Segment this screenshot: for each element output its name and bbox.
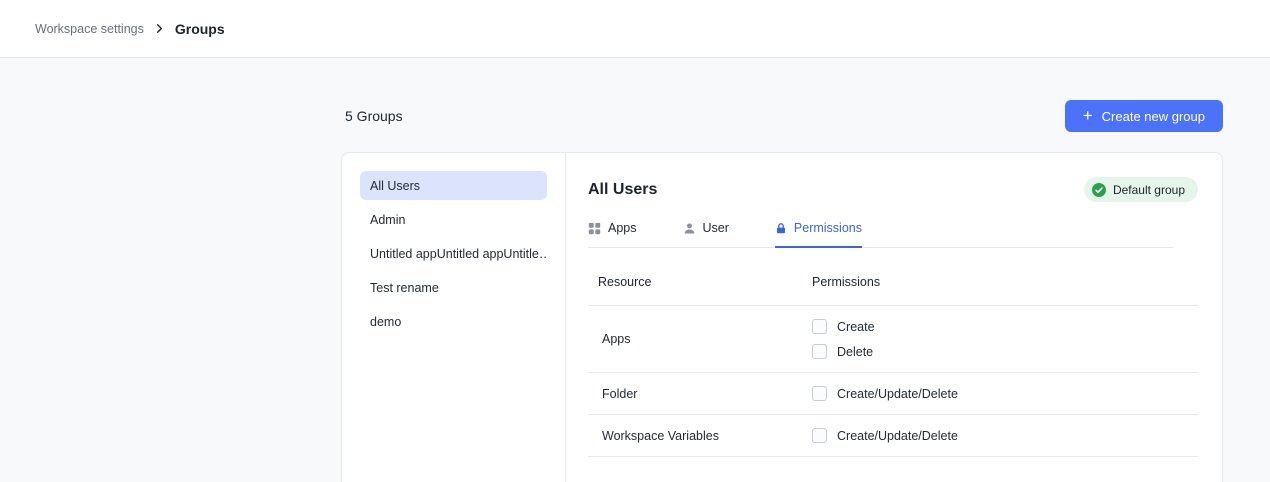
breadcrumb-current-page: Groups — [175, 21, 225, 37]
group-title: All Users — [588, 181, 657, 199]
checkbox[interactable] — [812, 344, 827, 359]
group-detail-header: All Users Default group — [588, 177, 1198, 202]
group-list-item[interactable]: demo — [360, 307, 547, 336]
create-new-group-label: Create new group — [1102, 109, 1205, 124]
chevron-right-icon — [155, 24, 164, 33]
permissions-table-body: Apps Create Delete Folder Create/Update/Dele… — [588, 306, 1198, 457]
permission-label: Create — [837, 320, 875, 334]
permission-checkbox-row[interactable]: Create/Update/Delete — [812, 386, 1198, 401]
permission-options: Create Delete — [812, 319, 1198, 359]
permission-row: Workspace Variables Create/Update/Delete — [588, 415, 1198, 457]
breadcrumb-workspace-settings[interactable]: Workspace settings — [35, 22, 144, 36]
group-count-label: 5 Groups — [341, 108, 403, 124]
permission-label: Create/Update/Delete — [837, 429, 958, 443]
permission-checkbox-row[interactable]: Delete — [812, 344, 1198, 359]
permission-checkbox-row[interactable]: Create/Update/Delete — [812, 428, 1198, 443]
permissions-column-header: Permissions — [812, 275, 1198, 289]
groups-page: 5 Groups + Create new group All Users Adm… — [341, 100, 1223, 482]
group-list-item[interactable]: Admin — [360, 205, 547, 234]
grid-icon — [588, 222, 601, 235]
user-icon — [683, 222, 696, 235]
tab-permissions-label: Permissions — [794, 221, 862, 235]
permission-options: Create/Update/Delete — [812, 428, 1198, 443]
permission-label: Create/Update/Delete — [837, 387, 958, 401]
checkbox[interactable] — [812, 319, 827, 334]
default-group-badge-label: Default group — [1113, 183, 1185, 197]
resource-name: Apps — [588, 332, 812, 346]
group-detail-panel: All Users Default group Apps — [566, 153, 1222, 482]
top-bar: Workspace settings Groups — [0, 0, 1270, 58]
tab-permissions[interactable]: Permissions — [775, 221, 862, 248]
permissions-table-header: Resource Permissions — [588, 275, 1198, 306]
lock-icon — [775, 222, 787, 235]
group-list-item[interactable]: All Users — [360, 171, 547, 200]
resource-name: Workspace Variables — [588, 429, 812, 443]
groups-header-row: 5 Groups + Create new group — [341, 100, 1223, 132]
tab-user-label: User — [703, 221, 729, 235]
permission-row: Folder Create/Update/Delete — [588, 373, 1198, 415]
default-group-badge: Default group — [1084, 177, 1198, 202]
groups-card: All Users Admin Untitled appUntitled appUn… — [341, 152, 1223, 482]
group-list-item[interactable]: Untitled appUntitled appUntitle… — [360, 239, 547, 268]
resource-name: Folder — [588, 387, 812, 401]
resource-column-header: Resource — [588, 275, 812, 289]
permission-options: Create/Update/Delete — [812, 386, 1198, 401]
group-list-item[interactable]: Test rename — [360, 273, 547, 302]
tab-apps-label: Apps — [608, 221, 637, 235]
tab-bar: Apps User Permissions — [588, 221, 1173, 248]
checkbox[interactable] — [812, 386, 827, 401]
group-list: All Users Admin Untitled appUntitled appUn… — [342, 153, 566, 482]
check-circle-icon — [1092, 183, 1106, 197]
tab-apps[interactable]: Apps — [588, 221, 637, 248]
permission-label: Delete — [837, 345, 873, 359]
tab-user[interactable]: User — [683, 221, 729, 248]
create-new-group-button[interactable]: + Create new group — [1065, 100, 1223, 132]
plus-icon: + — [1083, 107, 1093, 124]
permissions-table: Resource Permissions Apps Create Delete Fol… — [588, 275, 1198, 457]
checkbox[interactable] — [812, 428, 827, 443]
permission-checkbox-row[interactable]: Create — [812, 319, 1198, 334]
permission-row: Apps Create Delete — [588, 306, 1198, 373]
